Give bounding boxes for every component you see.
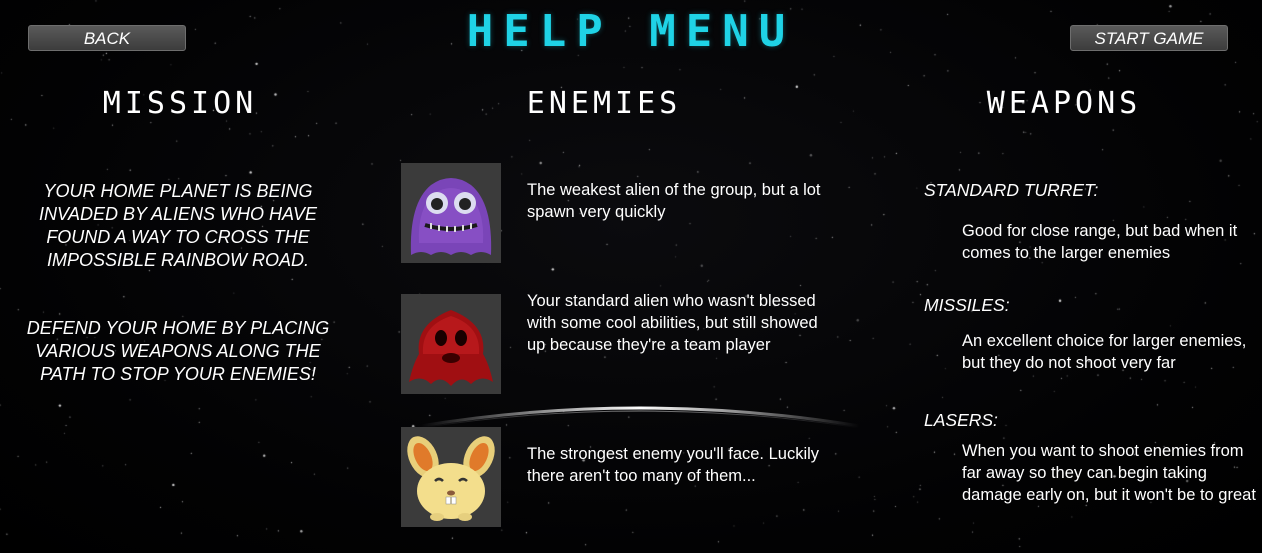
start-game-button[interactable]: START GAME [1070,25,1228,51]
purple-alien-icon [401,163,501,263]
mission-heading: MISSION [102,86,258,121]
weapons-heading: WEAPONS [986,86,1142,121]
mission-paragraph-1: YOUR HOME PLANET IS BEING INVADED BY ALI… [38,181,318,270]
weapon-name-lasers: LASERS: [924,410,998,430]
enemy-description-3: The strongest enemy you'll face. Luckily… [527,445,820,485]
weapon-description-1: Good for close range, but bad when it co… [962,222,1238,262]
mission-paragraph-2: DEFEND YOUR HOME BY PLACING VARIOUS WEAP… [26,318,330,384]
weapon-description-3: When you want to shoot enemies from far … [962,442,1256,504]
red-alien-icon [401,294,501,394]
enemy-description-1: The weakest alien of the group, but a lo… [527,181,821,221]
yellow-bunny-alien-icon [401,427,501,527]
weapon-name-standard-turret: STANDARD TURRET: [924,180,1099,200]
weapon-name-missiles: MISSILES: [924,295,1010,315]
weapon-description-2: An excellent choice for larger enemies, … [962,332,1247,372]
enemies-heading: ENEMIES [526,86,682,121]
help-screen: BACK HELP MENU START GAME MISSION ENEMIE… [0,0,1262,553]
enemy-description-2: Your standard alien who wasn't blessed w… [527,292,818,354]
